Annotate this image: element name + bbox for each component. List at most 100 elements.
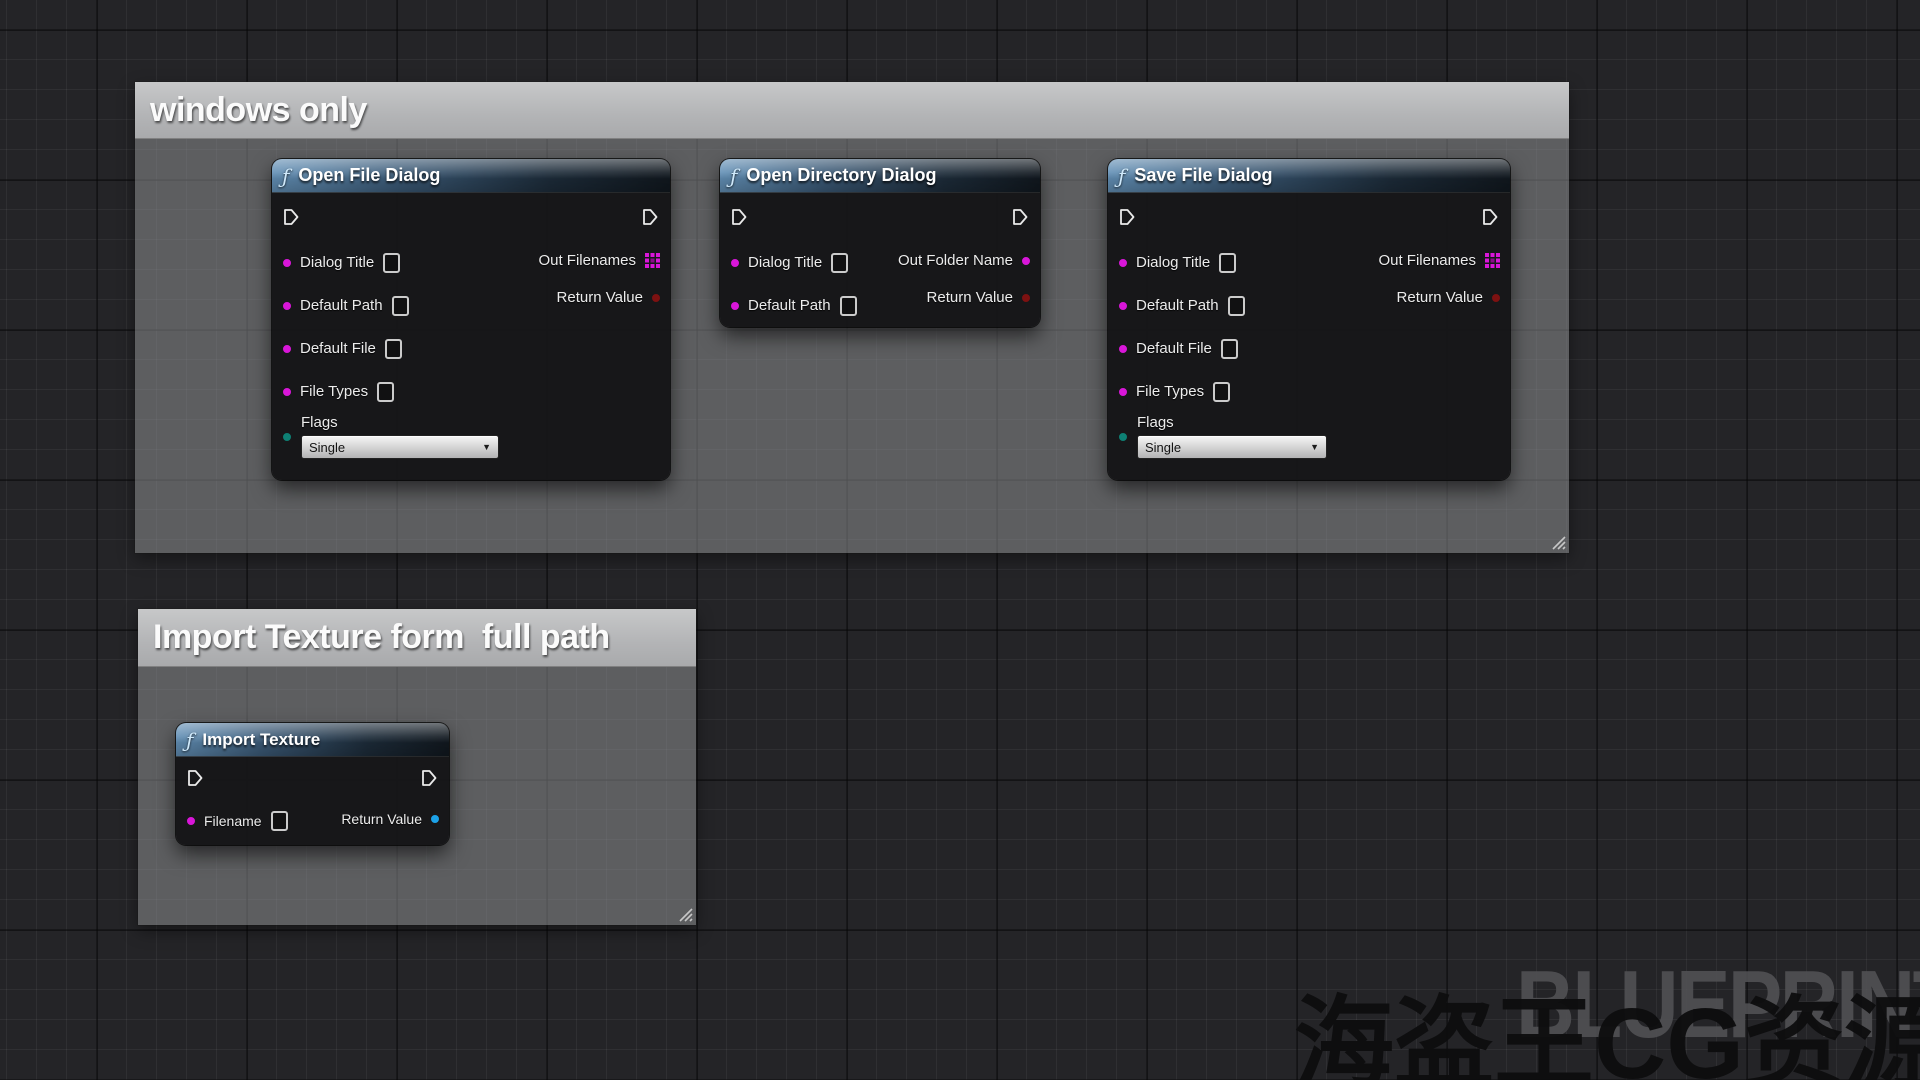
pin-label: Flags: [301, 414, 499, 431]
flags-dropdown[interactable]: Single ▼: [1137, 435, 1327, 459]
exec-in-pin-icon[interactable]: [1119, 208, 1136, 226]
pin-text-input[interactable]: [271, 811, 288, 831]
node-save-file-dialog[interactable]: ƒ Save File Dialog Dialog Title Default …: [1108, 159, 1510, 480]
exec-pin-row: [176, 757, 449, 799]
string-array-pin-icon[interactable]: [1485, 253, 1500, 268]
enum-pin-row: Flags Single ▼: [1108, 414, 1327, 473]
object-pin-icon[interactable]: [431, 815, 439, 823]
enum-pin-icon[interactable]: [1119, 433, 1127, 441]
input-pin-row: Dialog Title: [720, 241, 857, 284]
pin-text-input[interactable]: [392, 296, 409, 316]
pin-label: Return Value: [927, 289, 1013, 306]
exec-in-pin-icon[interactable]: [731, 208, 748, 226]
node-header[interactable]: ƒ Import Texture: [176, 723, 449, 757]
node-import-texture[interactable]: ƒ Import Texture Filename Return Value: [176, 723, 449, 845]
output-pin-row: Out Filenames: [538, 242, 670, 279]
comment-resize-handle[interactable]: [677, 906, 693, 922]
function-icon: ƒ: [730, 164, 737, 188]
dropdown-arrow-icon: ▼: [482, 442, 491, 452]
bool-pin-icon[interactable]: [1022, 294, 1030, 302]
pin-text-input[interactable]: [385, 339, 402, 359]
string-pin-icon[interactable]: [1119, 388, 1127, 396]
output-pin-row: Return Value: [341, 800, 449, 837]
flags-dropdown[interactable]: Single ▼: [301, 435, 499, 459]
pin-text-input[interactable]: [377, 382, 394, 402]
string-pin-icon[interactable]: [283, 259, 291, 267]
exec-pin-row: [272, 193, 670, 241]
pin-label: Return Value: [341, 811, 422, 827]
node-header[interactable]: ƒ Open Directory Dialog: [720, 159, 1040, 193]
string-pin-icon[interactable]: [731, 259, 739, 267]
comment-resize-handle[interactable]: [1550, 534, 1566, 550]
pin-text-input[interactable]: [840, 296, 857, 316]
pin-label: Out Folder Name: [898, 252, 1013, 269]
exec-pin-row: [720, 193, 1040, 241]
pin-label: Default Path: [1136, 297, 1219, 314]
pin-label: File Types: [1136, 383, 1204, 400]
exec-in-pin-icon[interactable]: [283, 208, 300, 226]
input-pin-row: Default Path: [1108, 284, 1327, 327]
pin-label: Dialog Title: [300, 254, 374, 271]
pin-text-input[interactable]: [1221, 339, 1238, 359]
dropdown-value: Single: [1145, 440, 1181, 455]
string-pin-icon[interactable]: [1119, 345, 1127, 353]
node-title: Save File Dialog: [1134, 165, 1272, 186]
pin-text-input[interactable]: [383, 253, 400, 273]
pin-text-input[interactable]: [1228, 296, 1245, 316]
comment-title-text: Import Texture form full path: [153, 618, 610, 657]
bool-pin-icon[interactable]: [1492, 294, 1500, 302]
string-pin-icon[interactable]: [283, 345, 291, 353]
exec-in-pin-icon[interactable]: [187, 769, 204, 787]
pin-text-input[interactable]: [831, 253, 848, 273]
string-pin-icon[interactable]: [731, 302, 739, 310]
output-pin-row: Out Filenames: [1378, 242, 1510, 279]
node-open-file-dialog[interactable]: ƒ Open File Dialog Dialog Title Default …: [272, 159, 670, 480]
node-open-directory-dialog[interactable]: ƒ Open Directory Dialog Dialog Title Def…: [720, 159, 1040, 327]
input-pin-row: Default File: [1108, 327, 1327, 370]
function-icon: ƒ: [282, 164, 289, 188]
dropdown-arrow-icon: ▼: [1310, 442, 1319, 452]
pin-label: Out Filenames: [1378, 252, 1476, 269]
string-pin-icon[interactable]: [1119, 302, 1127, 310]
string-pin-icon[interactable]: [283, 302, 291, 310]
node-header[interactable]: ƒ Save File Dialog: [1108, 159, 1510, 193]
input-pin-row: Default Path: [720, 284, 857, 327]
output-pin-row: Return Value: [538, 279, 670, 316]
watermark-cg-resource-text: 海盗王CG资源: [1294, 962, 1920, 1080]
pin-label: Default File: [1136, 340, 1212, 357]
enum-pin-icon[interactable]: [283, 433, 291, 441]
pin-label: Return Value: [557, 289, 643, 306]
pin-label: Dialog Title: [748, 254, 822, 271]
output-pin-row: Return Value: [1378, 279, 1510, 316]
node-header[interactable]: ƒ Open File Dialog: [272, 159, 670, 193]
pin-label: Filename: [204, 813, 262, 829]
input-pin-row: Dialog Title: [1108, 241, 1327, 284]
exec-out-pin-icon[interactable]: [1012, 208, 1029, 226]
input-pin-row: File Types: [1108, 370, 1327, 413]
string-array-pin-icon[interactable]: [645, 253, 660, 268]
exec-out-pin-icon[interactable]: [1482, 208, 1499, 226]
string-pin-icon[interactable]: [283, 388, 291, 396]
comment-title-bar[interactable]: Import Texture form full path: [138, 609, 696, 667]
enum-pin-row: Flags Single ▼: [272, 414, 499, 473]
string-pin-icon[interactable]: [187, 817, 195, 825]
node-title: Import Texture: [202, 730, 320, 750]
input-pin-row: Dialog Title: [272, 241, 499, 284]
pin-text-input[interactable]: [1219, 253, 1236, 273]
exec-out-pin-icon[interactable]: [421, 769, 438, 787]
function-icon: ƒ: [186, 728, 193, 752]
pin-label: File Types: [300, 383, 368, 400]
dropdown-value: Single: [309, 440, 345, 455]
string-pin-icon[interactable]: [1022, 257, 1030, 265]
exec-out-pin-icon[interactable]: [642, 208, 659, 226]
pin-label: Return Value: [1397, 289, 1483, 306]
input-pin-row: Default File: [272, 327, 499, 370]
comment-title-bar[interactable]: windows only: [135, 82, 1569, 139]
exec-pin-row: [1108, 193, 1510, 241]
string-pin-icon[interactable]: [1119, 259, 1127, 267]
pin-text-input[interactable]: [1213, 382, 1230, 402]
pin-label: Dialog Title: [1136, 254, 1210, 271]
node-title: Open File Dialog: [298, 165, 440, 186]
blueprint-graph-canvas[interactable]: BLUEPRINT 海盗王CG资源 windows only Import Te…: [0, 0, 1920, 1080]
bool-pin-icon[interactable]: [652, 294, 660, 302]
